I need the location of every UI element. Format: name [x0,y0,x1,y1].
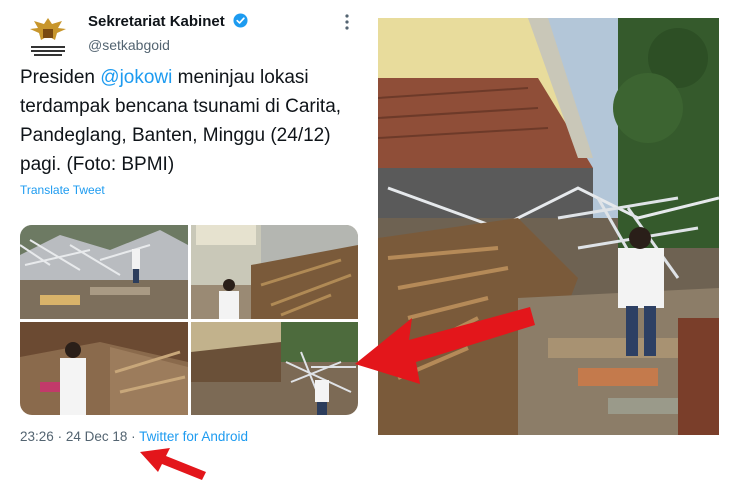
tweet-time[interactable]: 23:26 [20,429,54,444]
source-app-link[interactable]: Twitter for Android [139,429,248,444]
tweet-date[interactable]: 24 Dec 18 [66,429,128,444]
account-name-text: Sekretariat Kabinet [88,13,225,30]
account-handle[interactable]: @setkabgoid [88,37,170,53]
more-dots-icon[interactable] [344,14,350,30]
enlarged-photo [378,18,719,435]
avatar[interactable] [22,12,74,64]
photo-thumbnail-2[interactable] [191,225,358,319]
disaster-site-photo [378,18,719,435]
separator-dot: · [131,429,136,444]
verified-badge-icon [233,13,248,28]
tweet-timestamp: 23:26 · 24 Dec 18 · Twitter for Android [20,429,248,444]
tweet-text: Presiden @jokowi meninjau lokasi terdamp… [20,63,365,179]
mention-link[interactable]: @jokowi [100,67,172,88]
photo-thumbnail-4[interactable] [191,322,358,415]
separator-dot: · [57,429,63,444]
account-name[interactable]: Sekretariat Kabinet [88,13,248,30]
photo-thumbnail-1[interactable] [20,225,188,319]
photo-thumbnail-3[interactable] [20,322,188,415]
tweet: Sekretariat Kabinet @setkabgoid Presiden… [0,0,370,491]
translate-tweet-link[interactable]: Translate Tweet [20,183,105,197]
tweet-text-start: Presiden [20,67,101,88]
garuda-emblem-icon [22,12,74,64]
photo-grid [20,225,358,415]
